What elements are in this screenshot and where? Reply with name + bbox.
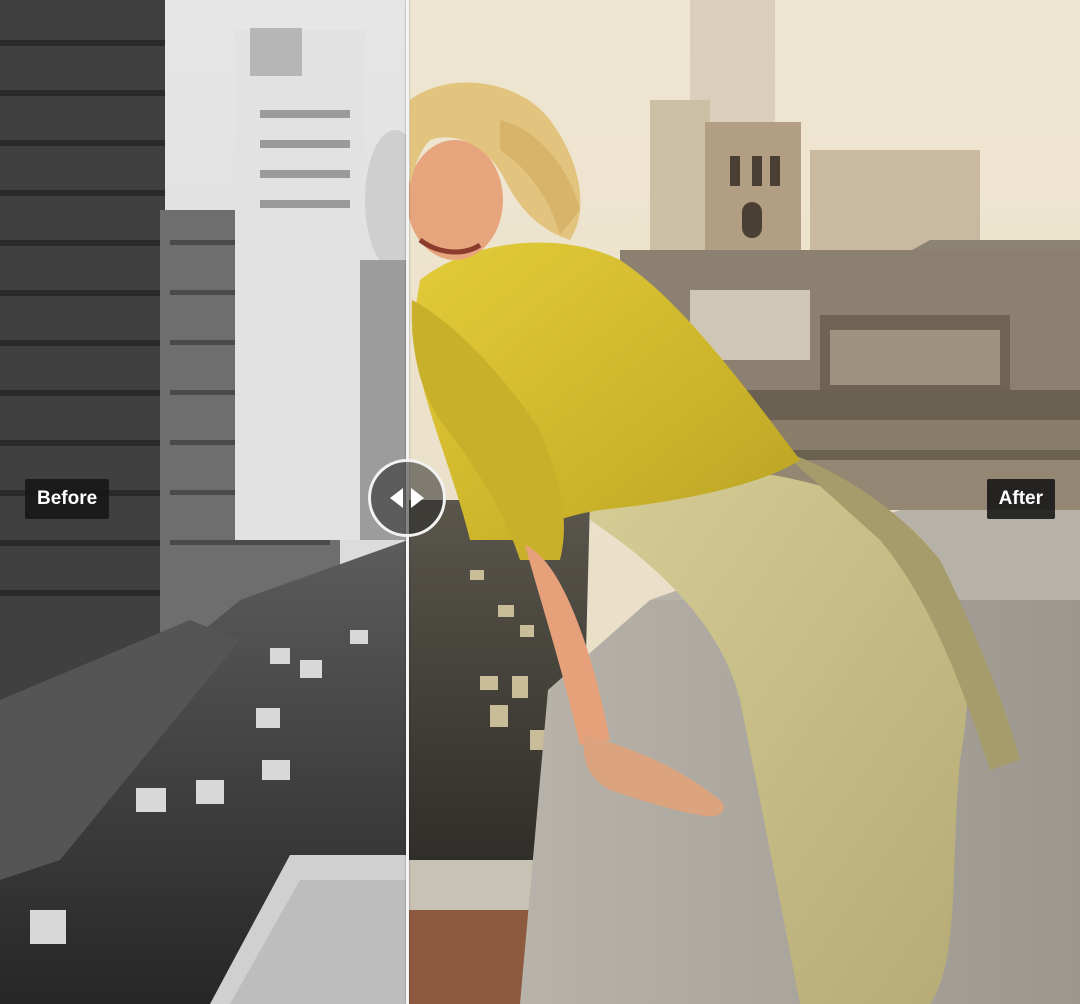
slider-handle[interactable] bbox=[368, 459, 446, 537]
chevron-right-icon bbox=[411, 488, 424, 508]
chevron-left-icon bbox=[390, 488, 403, 508]
before-label: Before bbox=[25, 479, 110, 519]
before-after-comparison[interactable]: Before After bbox=[0, 0, 1080, 1004]
after-label: After bbox=[986, 479, 1055, 519]
